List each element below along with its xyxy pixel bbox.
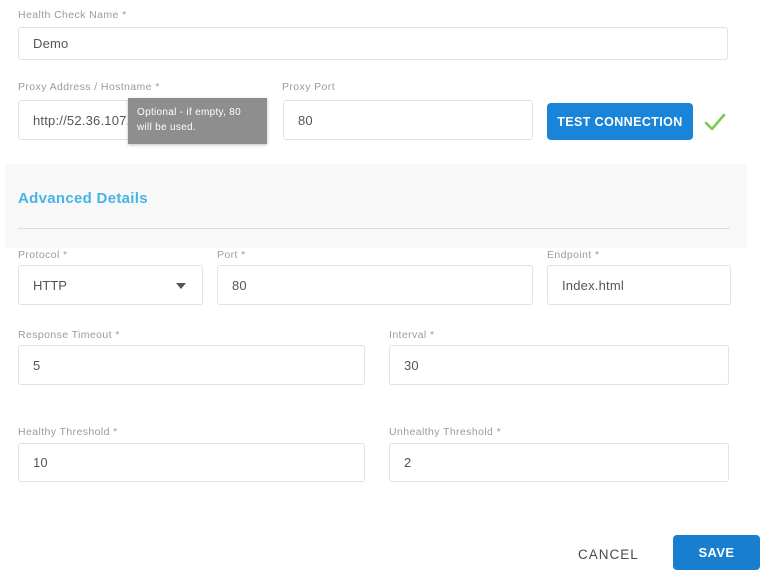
proxy-port-input[interactable]	[283, 100, 533, 140]
endpoint-input[interactable]	[547, 265, 731, 305]
connection-success-check-icon	[702, 109, 728, 135]
proxy-port-tooltip: Optional - if empty, 80 will be used.	[128, 98, 267, 144]
healthy-threshold-label: Healthy Threshold *	[18, 426, 118, 438]
section-divider	[18, 228, 730, 229]
protocol-selected-value: HTTP	[33, 278, 67, 293]
save-button[interactable]: SAVE	[673, 535, 760, 570]
protocol-select[interactable]: HTTP	[18, 265, 203, 305]
protocol-label: Protocol *	[18, 249, 68, 261]
health-check-form: Health Check Name * Proxy Address / Host…	[0, 0, 768, 580]
test-connection-button[interactable]: TEST CONNECTION	[547, 103, 693, 140]
health-check-name-label: Health Check Name *	[18, 9, 127, 21]
unhealthy-threshold-label: Unhealthy Threshold *	[389, 426, 501, 438]
chevron-down-icon	[176, 283, 186, 289]
interval-input[interactable]	[389, 345, 729, 385]
port-input[interactable]	[217, 265, 533, 305]
response-timeout-label: Response Timeout *	[18, 329, 120, 341]
port-label: Port *	[217, 249, 246, 261]
proxy-address-label: Proxy Address / Hostname *	[18, 81, 160, 93]
proxy-port-label: Proxy Port	[282, 81, 335, 93]
health-check-name-input[interactable]	[18, 27, 728, 60]
cancel-button[interactable]: CANCEL	[578, 543, 639, 565]
response-timeout-input[interactable]	[18, 345, 365, 385]
advanced-details-heading: Advanced Details	[18, 190, 148, 207]
advanced-details-panel: Advanced Details	[5, 164, 747, 248]
interval-label: Interval *	[389, 329, 434, 341]
healthy-threshold-input[interactable]	[18, 443, 365, 482]
unhealthy-threshold-input[interactable]	[389, 443, 729, 482]
endpoint-label: Endpoint *	[547, 249, 599, 261]
